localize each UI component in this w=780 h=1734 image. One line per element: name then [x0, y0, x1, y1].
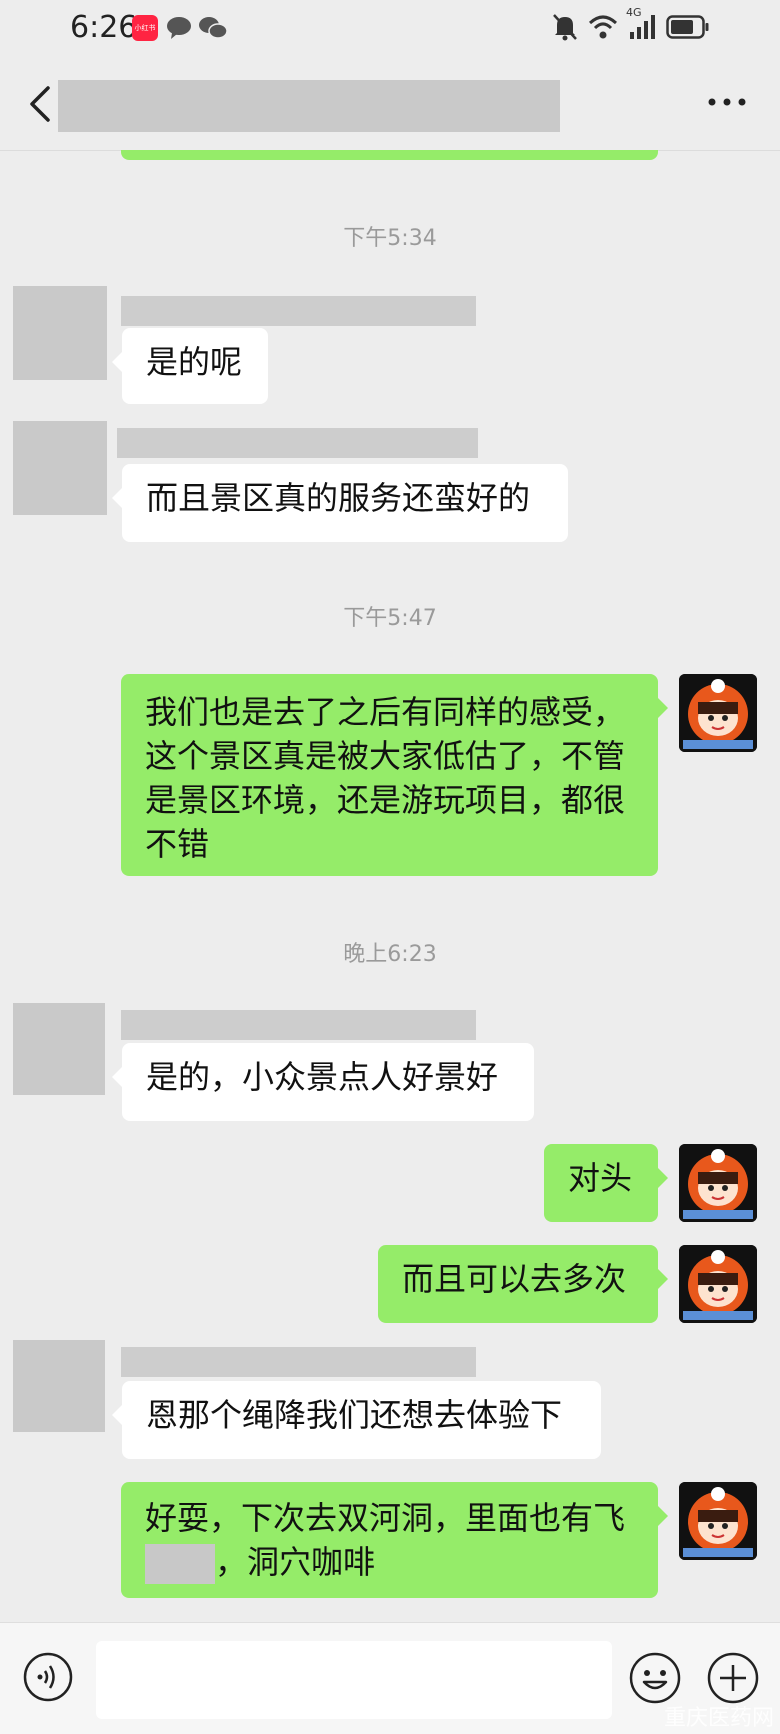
ellipsis-icon[interactable] [706, 90, 748, 114]
received-message[interactable]: 是的呢 [112, 328, 268, 404]
sender-name-redacted [121, 296, 476, 326]
received-message[interactable]: 是的，小众景点人好景好 [112, 1043, 534, 1121]
sent-message[interactable]: 而且可以去多次 [378, 1245, 668, 1323]
wifi-icon [588, 14, 618, 44]
message-text: 是的，小众景点人好景好 [146, 1058, 499, 1096]
timestamp: 下午5:47 [343, 606, 437, 631]
my-avatar[interactable] [679, 674, 757, 752]
received-message[interactable]: 而且景区真的服务还蛮好的 [112, 464, 568, 542]
message-text-line: 是景区环境，还是游玩项目，都很 [145, 781, 626, 819]
message-text-line: 好耍，下次去双河洞，里面也有飞 [145, 1499, 626, 1537]
voice-icon[interactable] [22, 1651, 74, 1703]
message-text: 而且景区真的服务还蛮好的 [146, 479, 531, 517]
network-type-label: 4G [626, 6, 642, 19]
sent-message[interactable]: 我们也是去了之后有同样的感受， 这个景区真是被大家低估了，不管 是景区环境，还是… [121, 674, 668, 876]
chevron-left-icon[interactable] [24, 82, 60, 126]
sender-name-redacted [121, 1010, 476, 1040]
received-message[interactable]: 恩那个绳降我们还想去体验下 [112, 1381, 601, 1459]
sent-message[interactable]: 对头 [544, 1144, 668, 1222]
chat-header [0, 58, 780, 151]
message-text: 是的呢 [146, 343, 243, 381]
my-avatar[interactable] [679, 1144, 757, 1222]
cellular-signal-icon: 4G [626, 6, 656, 44]
avatar[interactable] [13, 1003, 105, 1095]
timestamp: 晚上6:23 [343, 942, 437, 967]
status-icons: 4G [552, 6, 710, 46]
chat-bubble-icon [166, 15, 192, 41]
message-text-tail: ，洞穴咖啡 [215, 1543, 376, 1581]
my-avatar[interactable] [679, 1482, 757, 1560]
sender-name-redacted [121, 1347, 476, 1377]
wechat-icon [198, 15, 228, 41]
plus-icon[interactable] [706, 1651, 760, 1705]
avatar[interactable] [13, 1340, 105, 1432]
message-text: 对头 [568, 1159, 633, 1197]
watermark: 重庆医药网 [663, 1706, 774, 1731]
avatar[interactable] [13, 421, 107, 515]
emoji-icon[interactable] [628, 1651, 682, 1705]
avatar[interactable] [13, 286, 107, 380]
message-text-line: ，洞穴咖啡 [145, 1540, 634, 1584]
redacted-text [145, 1544, 215, 1584]
status-bar: 6:26 小红书 4G [0, 0, 780, 58]
message-text: 恩那个绳降我们还想去体验下 [146, 1396, 563, 1434]
input-bar: 重庆医药网 [0, 1622, 780, 1734]
message-input[interactable] [96, 1641, 612, 1719]
status-time: 6:26 [70, 10, 138, 45]
app-badge-text: 小红书 [134, 24, 156, 32]
message-text-line: 不错 [145, 825, 210, 863]
sent-message[interactable]: 好耍，下次去双河洞，里面也有飞 ，洞穴咖啡 [121, 1482, 668, 1598]
chat-title-redacted [58, 80, 560, 132]
my-avatar[interactable] [679, 1245, 757, 1323]
battery-icon [666, 14, 710, 44]
mute-bell-icon [552, 13, 578, 45]
timestamp: 下午5:34 [343, 226, 437, 251]
sender-name-redacted [117, 428, 478, 458]
message-text-line: 这个景区真是被大家低估了，不管 [145, 737, 626, 775]
message-text: 而且可以去多次 [402, 1260, 627, 1298]
message-text-line: 我们也是去了之后有同样的感受， [145, 693, 626, 731]
previous-message-bubble [121, 150, 658, 160]
xiaohongshu-app-icon: 小红书 [132, 15, 158, 41]
